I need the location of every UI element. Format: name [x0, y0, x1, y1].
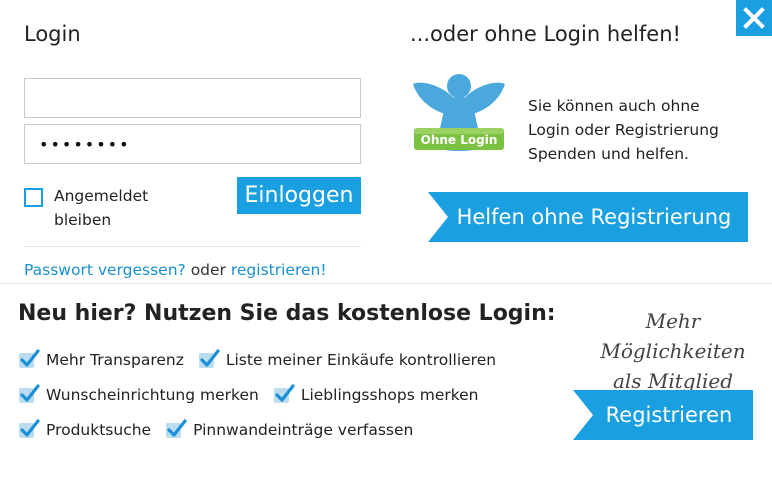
- divider: [24, 246, 361, 247]
- check-icon: [19, 383, 40, 403]
- feature-label: Lieblingsshops merken: [300, 385, 479, 404]
- check-icon: [19, 418, 40, 438]
- or-text: oder: [185, 261, 231, 279]
- feature-item: Pinnwandeinträge verfassen: [165, 418, 414, 441]
- remember-checkbox[interactable]: [24, 188, 43, 207]
- feature-row: Produktsuche Pinnwandeinträge verfassen: [18, 412, 538, 447]
- feature-item: Produktsuche: [18, 418, 152, 441]
- check-icon: [19, 348, 40, 368]
- feature-item: Mehr Transparenz: [18, 348, 184, 371]
- member-tagline-line1: Mehr Möglichkeiten: [600, 309, 746, 363]
- feature-row: Mehr Transparenz Liste meiner Einkäufe k…: [18, 342, 538, 377]
- feature-label: Pinnwandeinträge verfassen: [193, 420, 414, 439]
- feature-item: Wunscheinrichtung merken: [18, 383, 259, 406]
- guest-description: Sie können auch ohne Login oder Registri…: [528, 97, 719, 163]
- feature-item: Lieblingsshops merken: [273, 383, 479, 406]
- signup-section: Neu hier? Nutzen Sie das kostenlose Logi…: [0, 284, 772, 478]
- login-title: Login: [24, 22, 81, 46]
- feature-label: Liste meiner Einkäufe kontrollieren: [225, 350, 497, 369]
- top-section: Login Angemeldet bleiben Einloggen Passw…: [0, 0, 772, 283]
- feature-label: Mehr Transparenz: [46, 350, 184, 369]
- angel-icon: Ohne Login: [410, 70, 508, 154]
- feature-item: Liste meiner Einkäufe kontrollieren: [198, 348, 497, 371]
- register-button[interactable]: Registrieren: [573, 390, 753, 440]
- register-button-label: Registrieren: [605, 403, 733, 427]
- feature-row: Wunscheinrichtung merken Lieblingsshops …: [18, 377, 538, 412]
- feature-label: Produktsuche: [46, 420, 152, 439]
- remember-me[interactable]: Angemeldet bleiben: [24, 184, 204, 232]
- remember-label: Angemeldet bleiben: [54, 187, 149, 229]
- forgot-password-line: Passwort vergessen? oder registrieren!: [24, 261, 327, 279]
- help-button-label: Helfen ohne Registrierung: [456, 205, 732, 229]
- login-button[interactable]: Einloggen: [237, 177, 361, 214]
- username-field[interactable]: [24, 78, 361, 118]
- password-field[interactable]: [24, 124, 361, 164]
- login-panel: Login Angemeldet bleiben Einloggen Passw…: [24, 0, 364, 283]
- badge-text: Ohne Login: [421, 133, 498, 147]
- guest-panel: ...oder ohne Login helfen! Ohne Login Si…: [410, 0, 748, 283]
- check-icon: [166, 418, 187, 438]
- check-icon: [198, 348, 220, 368]
- feature-list: Mehr Transparenz Liste meiner Einkäufe k…: [18, 342, 538, 447]
- register-link[interactable]: registrieren!: [231, 261, 327, 279]
- feature-label: Wunscheinrichtung merken: [46, 385, 259, 404]
- guest-title: ...oder ohne Login helfen!: [410, 22, 681, 46]
- help-without-registration-button[interactable]: Helfen ohne Registrierung: [428, 192, 748, 242]
- signup-title: Neu hier? Nutzen Sie das kostenlose Logi…: [18, 301, 556, 326]
- check-icon: [273, 383, 295, 403]
- member-tagline: Mehr Möglichkeiten als Mitglied: [588, 306, 758, 396]
- forgot-password-link[interactable]: Passwort vergessen?: [24, 261, 186, 279]
